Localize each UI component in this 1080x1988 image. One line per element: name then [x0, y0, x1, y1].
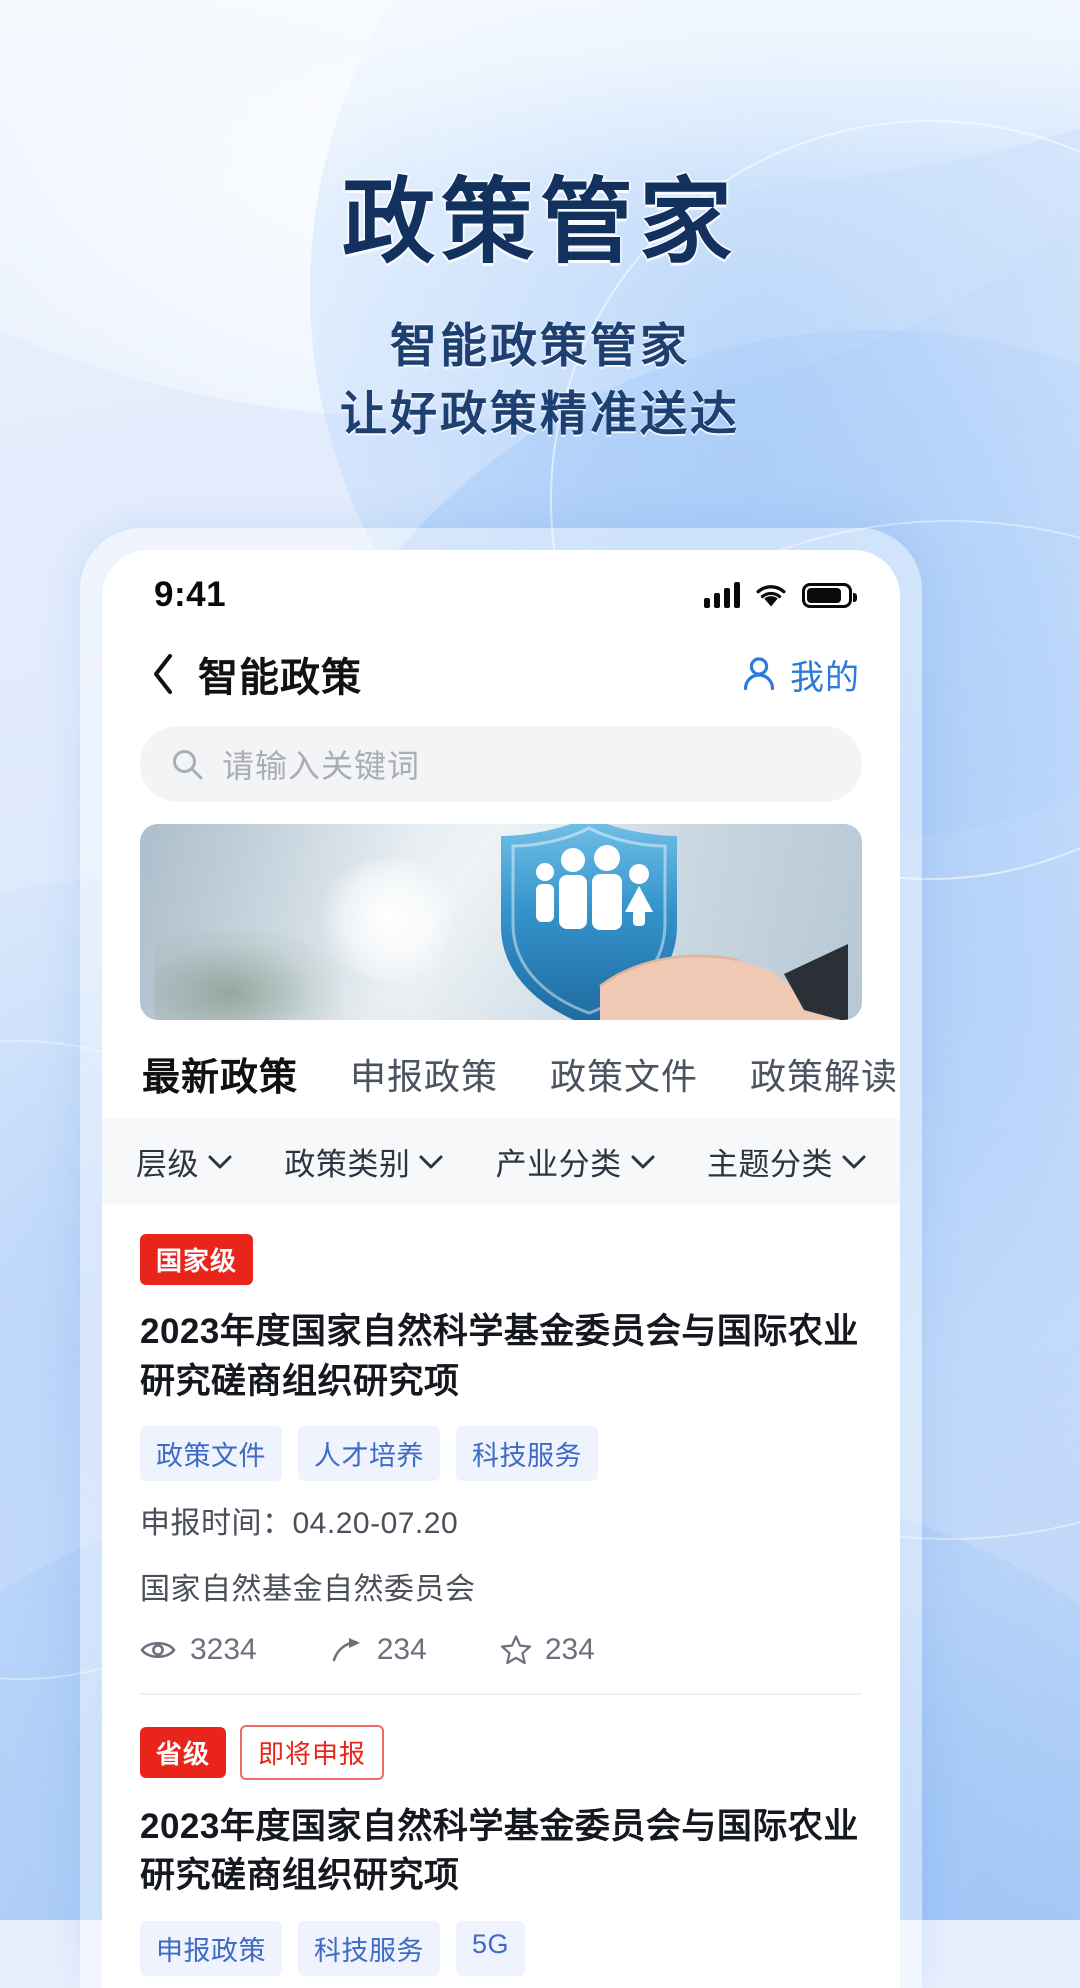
hero-section: 政策管家 智能政策管家 让好政策精准送达 — [0, 168, 1080, 448]
banner-foliage — [154, 929, 343, 1020]
status-icons — [704, 582, 857, 608]
filter-topic-label: 主题分类 — [706, 1147, 833, 1182]
stat-favorites: 234 — [500, 1632, 595, 1667]
policy-card[interactable]: 国家级 2023年度国家自然科学基金委员会与国际农业研究磋商组织研究项 政策文件… — [140, 1204, 862, 1695]
policy-tag[interactable]: 政策文件 — [140, 1426, 282, 1482]
battery-icon — [802, 582, 857, 608]
banner-section — [102, 802, 900, 1020]
policy-title: 2023年度国家自然科学基金委员会与国际农业研究磋商组织研究项 — [140, 1312, 859, 1401]
promo-banner[interactable] — [140, 824, 862, 1020]
search-input[interactable]: 请输入关键词 — [222, 741, 420, 787]
status-time: 9:41 — [154, 575, 227, 614]
status-badge: 国家级 — [140, 1234, 254, 1285]
policy-stats: 3234 234 234 — [140, 1633, 862, 1667]
chevron-down-icon — [631, 1155, 655, 1168]
search-icon — [173, 750, 203, 780]
filter-policy-type-label: 政策类别 — [284, 1147, 411, 1182]
hero-subtitle-line-2: 让好政策精准送达 — [340, 386, 740, 440]
policy-apply-time: 申报时间：04.20-07.20 — [140, 1507, 459, 1541]
phone-screen: 9:41 智能政策 我的 请输入关键词 最新政策 申报政策 政策文件 政策解读 … — [102, 550, 900, 1988]
stat-shares: 234 — [331, 1633, 427, 1667]
app-header-title: 智能政策 — [198, 656, 362, 700]
status-badge-secondary: 即将申报 — [240, 1724, 385, 1780]
back-button[interactable] — [140, 651, 186, 697]
filter-policy-type[interactable]: 政策类别 — [284, 1139, 443, 1184]
open-hand-icon — [598, 944, 848, 1020]
hero-subtitle-line-1: 智能政策管家 — [390, 318, 690, 372]
tab-policy-documents[interactable]: 政策文件 — [550, 1048, 698, 1100]
category-tabs: 最新政策 申报政策 政策文件 政策解读 政 — [102, 1020, 900, 1119]
wifi-icon — [754, 582, 788, 608]
page-title: 政策管家 — [342, 170, 738, 274]
person-icon — [743, 657, 775, 691]
policy-title: 2023年度国家自然科学基金委员会与国际农业研究磋商组织研究项 — [140, 1806, 859, 1896]
search-section: 请输入关键词 — [102, 720, 900, 802]
policy-tag[interactable]: 申报政策 — [140, 1920, 282, 1976]
stat-views: 3234 — [140, 1633, 257, 1667]
signal-bars-icon — [704, 582, 740, 608]
profile-button[interactable]: 我的 — [738, 650, 860, 699]
card-badges: 国家级 — [140, 1234, 862, 1285]
filter-bar: 层级 政策类别 产业分类 主题分类 — [102, 1119, 900, 1204]
policy-tags: 申报政策 科技服务 5G — [140, 1920, 862, 1976]
policy-organization: 国家自然基金自然委员会 — [140, 1572, 476, 1606]
policy-card[interactable]: 省级 即将申报 2023年度国家自然科学基金委员会与国际农业研究磋商组织研究项 … — [140, 1695, 862, 1988]
filter-industry-label: 产业分类 — [495, 1147, 622, 1182]
stat-favorites-value: 234 — [544, 1632, 595, 1666]
status-bar: 9:41 — [102, 550, 900, 628]
profile-label: 我的 — [790, 658, 860, 697]
filter-industry[interactable]: 产业分类 — [496, 1139, 655, 1184]
policy-tags: 政策文件 人才培养 科技服务 — [140, 1426, 862, 1482]
card-badges: 省级 即将申报 — [140, 1724, 862, 1780]
status-badge: 省级 — [140, 1726, 227, 1778]
phone-mockup-frame: 9:41 智能政策 我的 请输入关键词 最新政策 申报政策 政策文件 政策解读 … — [80, 528, 922, 1988]
policy-list: 国家级 2023年度国家自然科学基金委员会与国际农业研究磋商组织研究项 政策文件… — [102, 1204, 900, 1988]
tab-latest-policy[interactable]: 最新政策 — [142, 1046, 298, 1101]
filter-topic[interactable]: 主题分类 — [707, 1139, 866, 1184]
tab-policy-interpretation[interactable]: 政策解读 — [750, 1048, 898, 1100]
eye-icon — [140, 1641, 176, 1658]
filter-level[interactable]: 层级 — [136, 1139, 232, 1184]
stat-shares-value: 234 — [376, 1632, 427, 1666]
app-header: 智能政策 我的 — [102, 628, 900, 720]
chevron-left-icon — [154, 654, 172, 694]
search-box[interactable]: 请输入关键词 — [140, 726, 862, 802]
chevron-down-icon — [208, 1155, 232, 1168]
policy-tag[interactable]: 人才培养 — [298, 1426, 440, 1482]
chevron-down-icon — [842, 1155, 866, 1168]
star-icon — [500, 1635, 531, 1665]
filter-level-label: 层级 — [136, 1147, 199, 1182]
share-icon — [332, 1637, 360, 1661]
stat-views-value: 3234 — [190, 1632, 257, 1666]
policy-tag[interactable]: 科技服务 — [456, 1426, 598, 1482]
tab-apply-policy[interactable]: 申报政策 — [350, 1048, 498, 1100]
chevron-down-icon — [419, 1155, 443, 1168]
policy-tag[interactable]: 5G — [456, 1920, 526, 1976]
policy-tag[interactable]: 科技服务 — [298, 1920, 440, 1976]
